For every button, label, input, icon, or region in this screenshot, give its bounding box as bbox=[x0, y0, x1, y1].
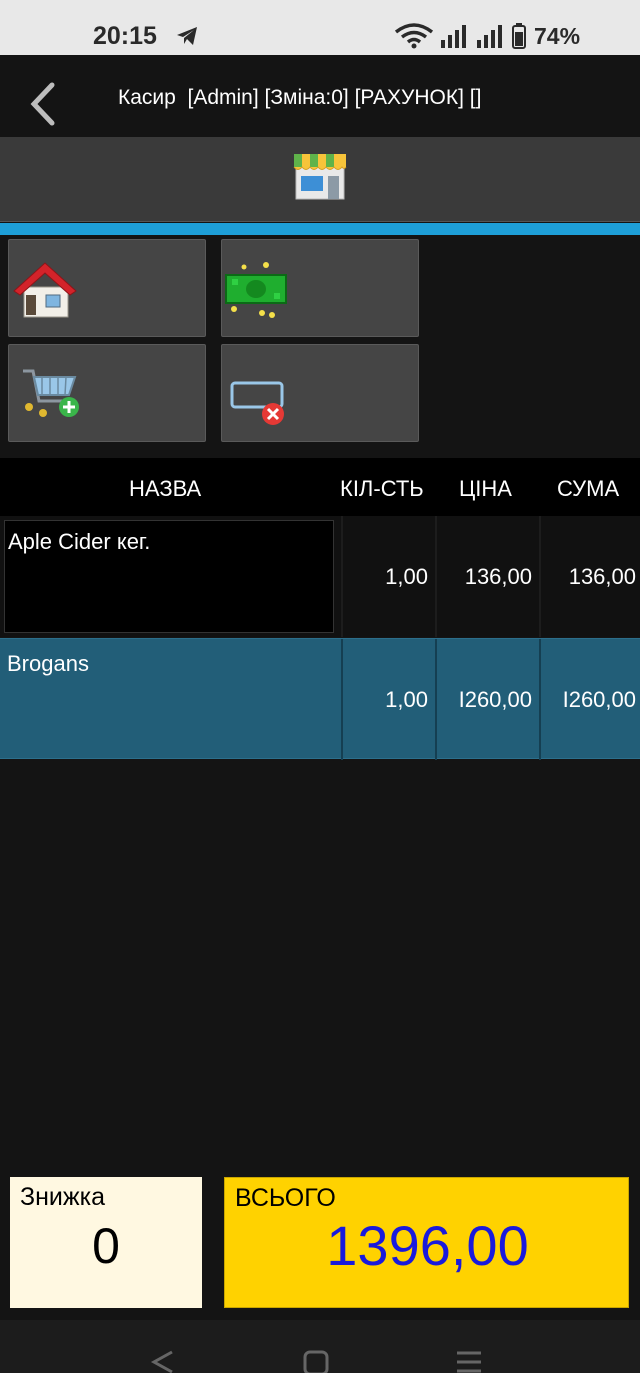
store-bar bbox=[0, 137, 640, 222]
app-header: Касир [Admin] [Зміна:0] [РАХУНОК] [] bbox=[0, 55, 640, 137]
system-nav-bar bbox=[0, 1320, 640, 1373]
total-label: ВСЬОГО bbox=[235, 1184, 336, 1212]
battery-icon bbox=[512, 23, 526, 49]
clear-field-icon bbox=[230, 381, 284, 425]
total-value: 1396,00 bbox=[326, 1214, 529, 1277]
name-cell: Aple Cider кег. bbox=[4, 520, 334, 633]
add-to-cart-button[interactable] bbox=[8, 344, 206, 442]
back-icon[interactable] bbox=[150, 1350, 176, 1373]
store-icon[interactable] bbox=[291, 149, 349, 201]
item-price: I260,00 bbox=[458, 687, 532, 712]
item-price: 136,00 bbox=[464, 564, 532, 589]
battery-percent: 74% bbox=[534, 23, 581, 49]
cash-button[interactable] bbox=[221, 239, 419, 337]
column-header-sum: СУМА bbox=[557, 476, 620, 501]
item-sum: I260,00 bbox=[562, 687, 636, 712]
page-title: Касир [Admin] [Зміна:0] [РАХУНОК] [] bbox=[118, 86, 482, 109]
cart-add-icon bbox=[23, 369, 79, 417]
home-button[interactable] bbox=[8, 239, 206, 337]
home-icon bbox=[13, 262, 77, 318]
telegram-icon bbox=[177, 27, 197, 45]
discount-label: Знижка bbox=[20, 1183, 105, 1211]
accent-divider bbox=[0, 223, 640, 235]
recents-icon[interactable] bbox=[456, 1350, 482, 1373]
clear-button[interactable] bbox=[221, 344, 419, 442]
chevron-left-icon[interactable] bbox=[26, 81, 60, 127]
item-sum: 136,00 bbox=[568, 564, 636, 589]
column-header-name: НАЗВА bbox=[129, 476, 202, 501]
status-bar: 20:15 74% bbox=[0, 0, 640, 55]
item-name: Brogans bbox=[7, 651, 89, 676]
table-row[interactable]: Brogans 1,00 I260,00 I260,00 bbox=[0, 638, 640, 760]
signal-icon bbox=[441, 25, 466, 48]
home-icon[interactable] bbox=[303, 1350, 329, 1373]
status-time: 20:15 bbox=[93, 22, 157, 50]
item-qty: 1,00 bbox=[385, 564, 428, 589]
table-header: НАЗВА КІЛ-СТЬ ЦІНА СУМА bbox=[0, 458, 640, 516]
column-header-qty: КІЛ-СТЬ bbox=[340, 476, 424, 501]
table-row[interactable]: Aple Cider кег. 1,00 136,00 136,00 bbox=[0, 516, 640, 637]
signal-icon bbox=[477, 25, 502, 48]
discount-box[interactable]: Знижка 0 bbox=[10, 1177, 202, 1308]
money-icon bbox=[225, 262, 287, 318]
total-box: ВСЬОГО 1396,00 bbox=[224, 1177, 629, 1308]
column-header-price: ЦІНА bbox=[459, 476, 512, 501]
item-name: Aple Cider кег. bbox=[8, 529, 151, 554]
item-qty: 1,00 bbox=[385, 687, 428, 712]
status-icons bbox=[394, 22, 526, 50]
discount-value: 0 bbox=[92, 1218, 120, 1274]
wifi-icon bbox=[394, 23, 434, 49]
